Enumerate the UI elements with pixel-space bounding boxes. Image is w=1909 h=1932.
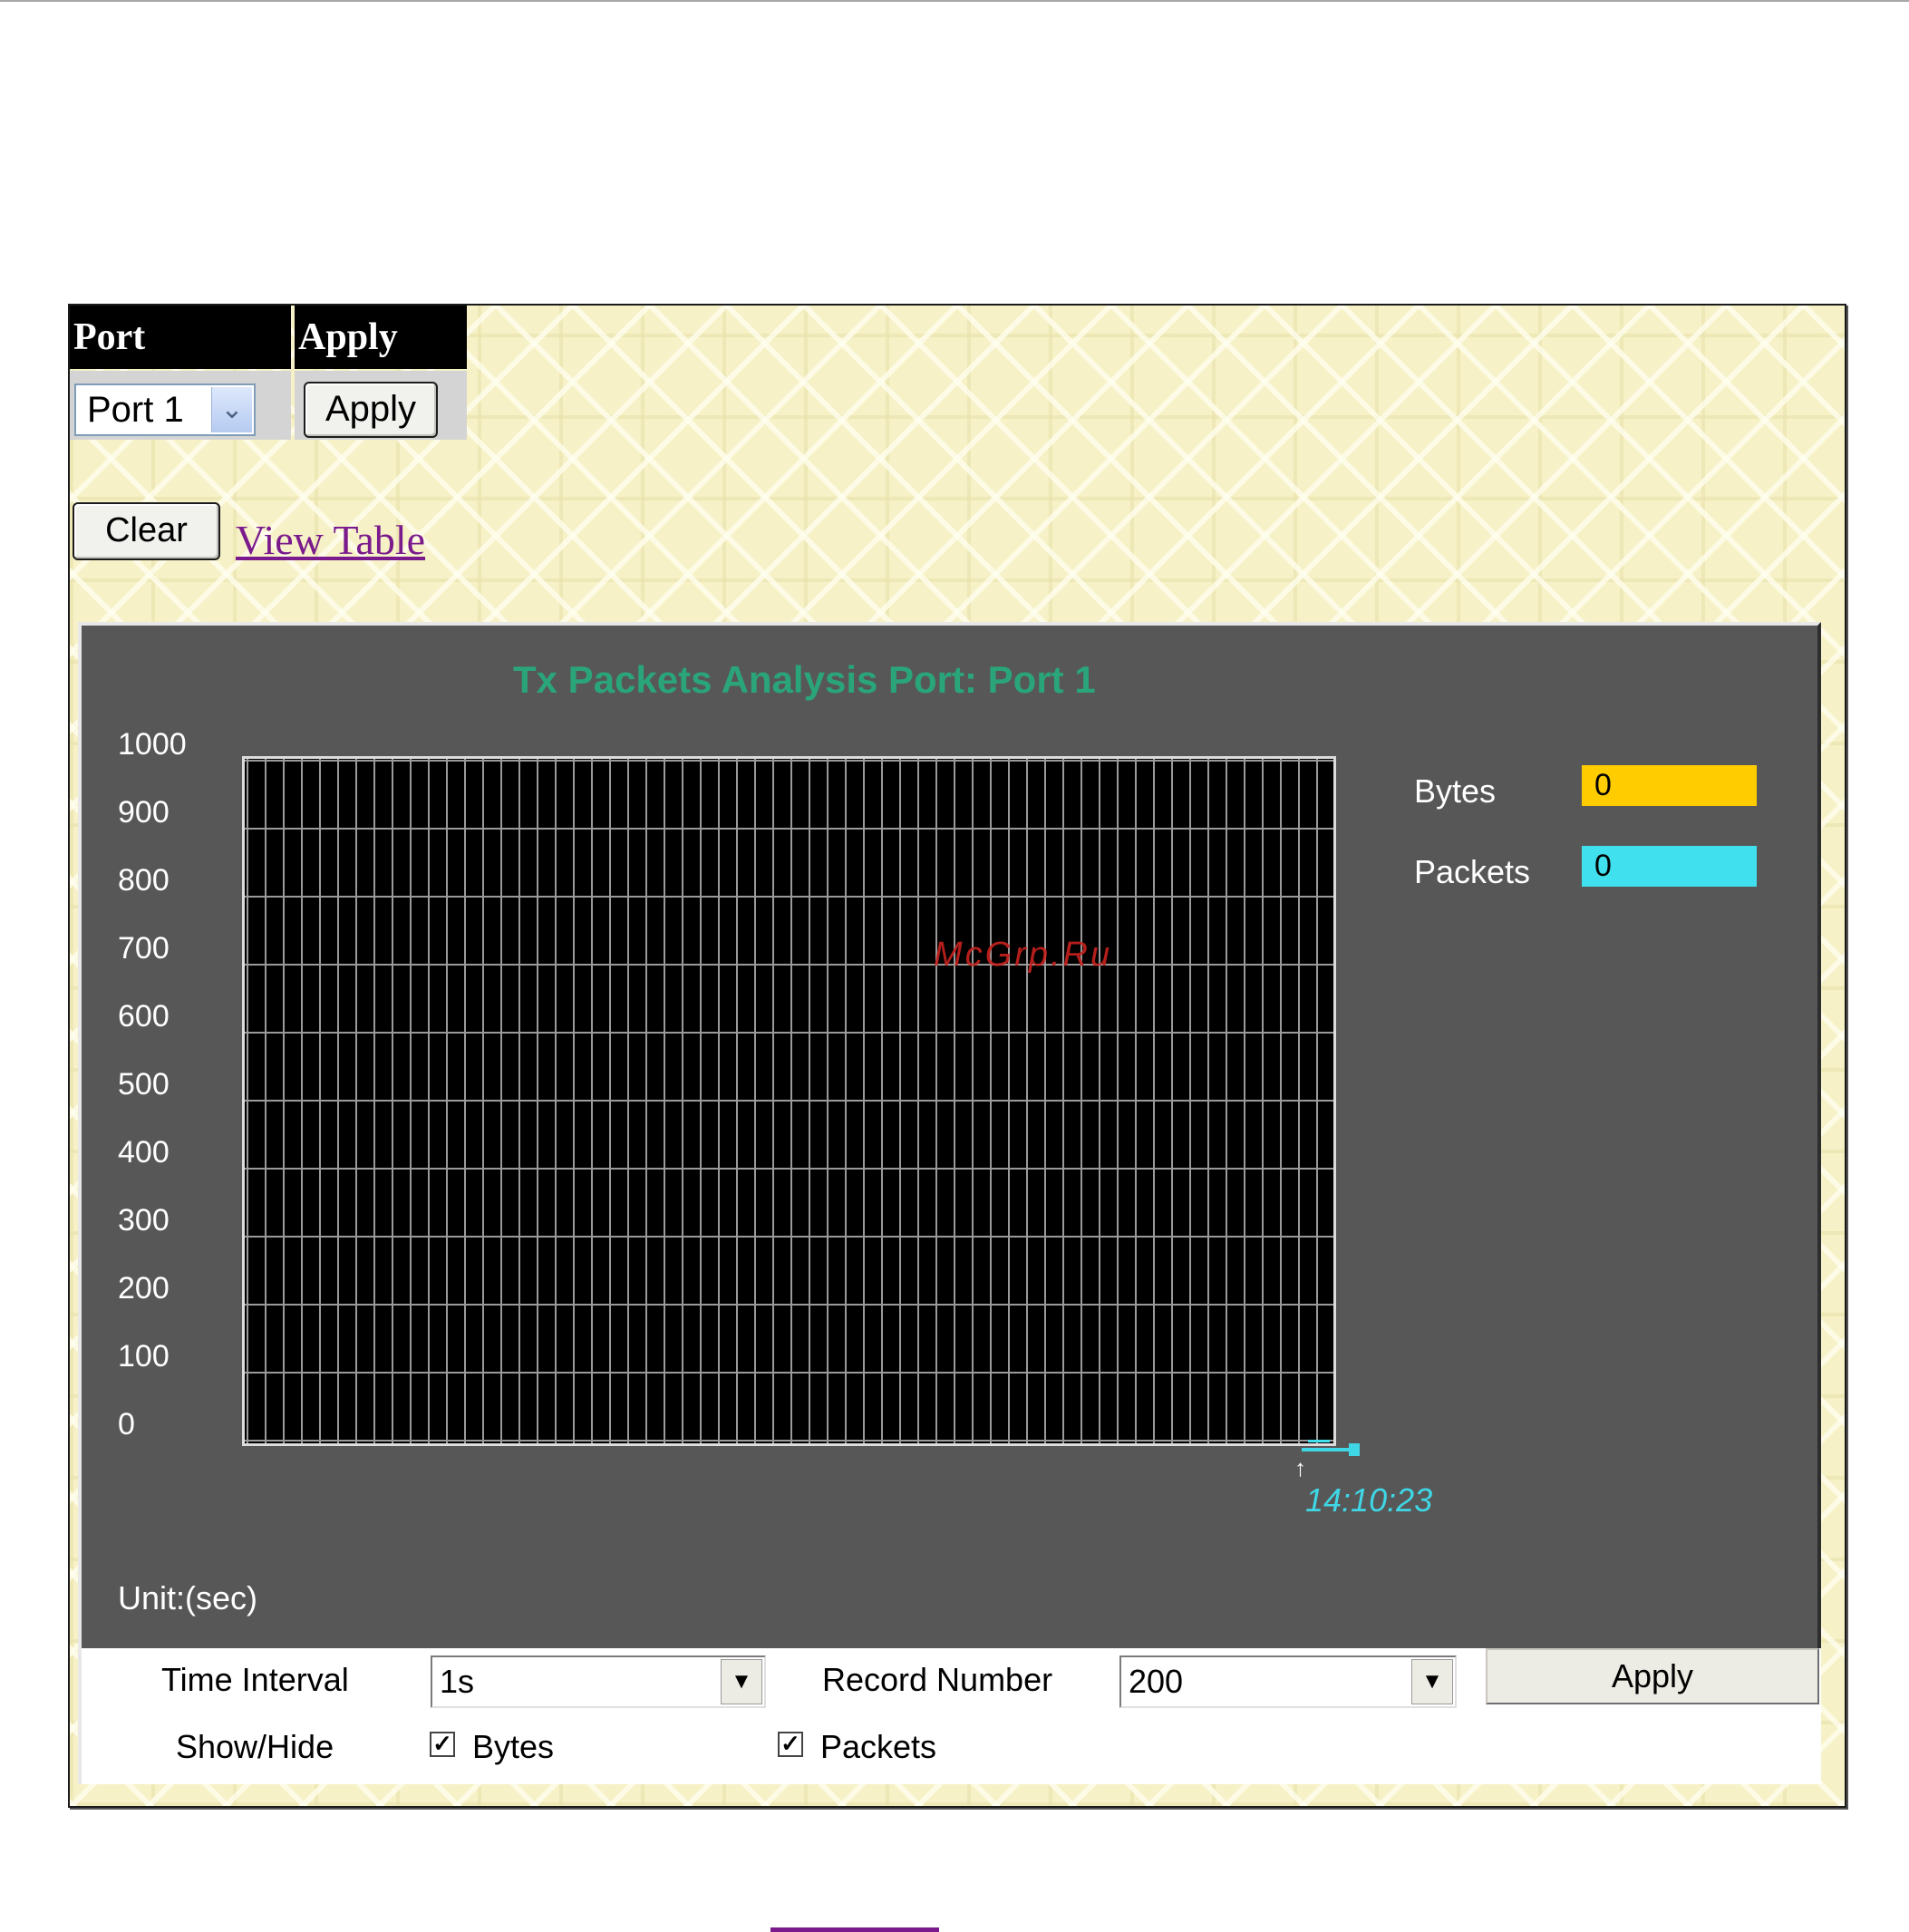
chart-controls: Time Interval 1s ▼ Record Number 200 ▼ A…: [78, 1648, 1821, 1784]
port-select[interactable]: Port 1 ⌄: [74, 383, 256, 436]
legend-label-bytes: Bytes: [1414, 772, 1497, 810]
y-tick-label: 600: [118, 999, 170, 1034]
clear-button[interactable]: Clear: [73, 502, 220, 560]
series-layer: [1308, 1440, 1330, 1442]
time-interval-value: 1s: [440, 1663, 475, 1700]
record-number-select[interactable]: 200 ▼: [1119, 1655, 1457, 1708]
legend-value-bytes: 0: [1582, 765, 1757, 806]
chevron-down-icon[interactable]: ⌄: [211, 387, 252, 432]
plot-area: [242, 756, 1336, 1446]
y-tick-label: 0: [118, 1407, 135, 1442]
top-rule: [0, 0, 1909, 2]
y-tick-label: 1000: [118, 727, 187, 762]
checkmark-icon: ✓: [780, 1730, 800, 1757]
port-header: Port: [70, 306, 291, 369]
unit-label: Unit:(sec): [118, 1579, 258, 1616]
view-table-link[interactable]: View Table: [236, 516, 425, 564]
x-time-label: 14:10:23: [1305, 1481, 1433, 1519]
packets-checkbox[interactable]: ✓: [778, 1732, 803, 1757]
y-tick-label: 700: [118, 931, 170, 966]
packets-checkbox-label: Packets: [820, 1728, 937, 1765]
bytes-checkbox[interactable]: ✓: [430, 1732, 455, 1757]
time-interval-label: Time Interval: [161, 1661, 349, 1698]
up-arrow-icon: ↑: [1294, 1454, 1306, 1481]
packets-analysis-frame: Port Apply Port 1 ⌄ Apply Clear View Tab…: [68, 304, 1846, 1808]
time-interval-select[interactable]: 1s ▼: [431, 1655, 766, 1708]
y-tick-label: 200: [118, 1271, 170, 1306]
record-number-label: Record Number: [822, 1661, 1053, 1698]
y-tick-label: 800: [118, 863, 170, 898]
y-tick-label: 400: [118, 1135, 170, 1170]
checkmark-icon: ✓: [432, 1730, 452, 1757]
controls-apply-button[interactable]: Apply: [1486, 1648, 1819, 1704]
record-number-value: 200: [1129, 1663, 1184, 1700]
port-apply-button[interactable]: Apply: [304, 382, 438, 438]
dropdown-arrow-icon[interactable]: ▼: [1411, 1659, 1453, 1704]
y-tick-label: 100: [118, 1339, 170, 1374]
chart-panel: Tx Packets Analysis Port: Port 1 1000 900…: [78, 622, 1821, 1648]
show-hide-label: Show/Hide: [176, 1728, 334, 1765]
dropdown-arrow-icon[interactable]: ▼: [721, 1659, 762, 1704]
legend-label-packets: Packets: [1414, 853, 1531, 890]
legend-value-packets: 0: [1582, 846, 1757, 887]
y-tick-label: 300: [118, 1203, 170, 1238]
bytes-checkbox-label: Bytes: [472, 1728, 555, 1765]
chart-title: Tx Packets Analysis Port: Port 1: [513, 658, 1096, 701]
y-tick-label: 500: [118, 1067, 170, 1102]
series-point-packets: [1308, 1440, 1330, 1442]
current-value-dot: [1349, 1443, 1360, 1456]
y-tick-label: 900: [118, 795, 170, 830]
watermark: McGrp.Ru: [934, 936, 1113, 974]
apply-header: Apply: [295, 306, 467, 369]
port-select-value: Port 1: [87, 390, 184, 430]
bottom-link-underline: [770, 1927, 939, 1932]
current-value-marker: [1302, 1448, 1355, 1451]
